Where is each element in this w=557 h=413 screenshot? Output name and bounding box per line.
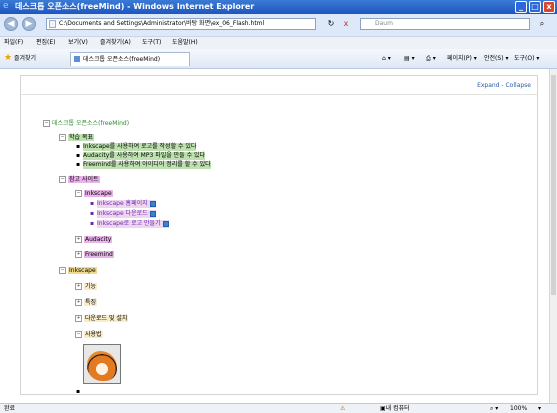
stop-button[interactable]: x <box>340 18 352 30</box>
node-usage[interactable]: − 사용법 <box>75 331 103 339</box>
section-reference-sites[interactable]: − 참고 사이트 <box>59 176 100 184</box>
section-inkscape[interactable]: − Inkscape <box>59 267 97 275</box>
page-content: Expand - Collapse − 데스크톱 오픈소스(freeMind) −… <box>0 69 549 403</box>
node-inkscape-sites[interactable]: − Inkscape <box>75 190 113 198</box>
section-label: 학습 목표 <box>68 134 94 141</box>
node-label: Inkscape <box>84 190 113 197</box>
list-item: Inkscape를 사용하여 로고를 작성할 수 있다 <box>76 143 197 151</box>
tab-title: 데스크톱 오픈소스(freeMind) <box>83 56 161 63</box>
expand-toggle-icon[interactable]: + <box>75 251 82 258</box>
zone-label: ▣ 내 컴퓨터 <box>380 405 410 412</box>
favorites-label[interactable]: 즐겨찾기 <box>14 49 36 68</box>
minimize-button[interactable]: _ <box>515 1 527 13</box>
window-title: 데스크톱 오픈소스(freeMind) - Windows Internet E… <box>15 2 255 11</box>
inkscape-homepage-link[interactable]: Inkscape 홈페이지 <box>90 200 156 208</box>
section-learning-goals[interactable]: − 학습 목표 <box>59 134 94 142</box>
scrollbar-thumb[interactable] <box>551 75 556 295</box>
node-characteristics[interactable]: + 특징 <box>75 299 98 307</box>
page-icon <box>49 20 56 28</box>
page-menu[interactable]: 페이지(P) ▾ <box>447 49 477 68</box>
search-input[interactable]: Daum <box>360 18 530 30</box>
collapse-toggle-icon[interactable]: − <box>75 331 82 338</box>
external-link-icon[interactable] <box>149 210 156 217</box>
collapse-toggle-icon[interactable]: − <box>75 190 82 197</box>
list-item: Freemind를 사용하여 아이디어 정리를 할 수 있다 <box>76 161 211 169</box>
zone-text: 내 컴퓨터 <box>385 405 410 412</box>
menu-bar: 파일(F) 편집(E) 보기(V) 즐겨찾기(A) 도구(T) 도움말(H) <box>0 37 557 49</box>
expand-collapse-link[interactable]: Expand - Collapse <box>477 82 531 89</box>
tiger-image-picture <box>87 351 117 381</box>
menu-edit[interactable]: 편집(E) <box>36 37 56 49</box>
expand-toggle-icon[interactable]: + <box>75 283 82 290</box>
list-item: Audacity를 사용하여 MP3 파일을 만들 수 있다 <box>76 152 206 160</box>
menu-favorites[interactable]: 즐겨찾기(A) <box>100 37 131 49</box>
link-label: Inkscape 홈페이지 <box>97 200 148 207</box>
security-icon: ⚠ <box>340 405 346 412</box>
feeds-icon[interactable]: ▤ ▾ <box>404 49 415 68</box>
expand-toggle-icon[interactable]: + <box>75 315 82 322</box>
menu-file[interactable]: 파일(F) <box>4 37 23 49</box>
collapse-toggle-icon[interactable]: − <box>59 176 66 183</box>
node-label: Audacity <box>84 236 113 243</box>
status-text: 완료 <box>4 405 16 412</box>
inkscape-download-link[interactable]: Inkscape 다운로드 <box>90 210 156 218</box>
node-freemind[interactable]: + Freemind <box>75 251 114 259</box>
external-link-icon[interactable] <box>149 200 156 207</box>
node-label: Freemind <box>84 251 114 258</box>
mindmap-frame: Expand - Collapse − 데스크톱 오픈소스(freeMind) −… <box>20 75 538 396</box>
menu-tools[interactable]: 도구(T) <box>142 37 161 49</box>
refresh-button[interactable]: ↻ <box>325 18 337 30</box>
root-label: 데스크톱 오픈소스(freeMind) <box>52 120 130 127</box>
safety-menu[interactable]: 안전(S) ▾ <box>484 49 508 68</box>
favorites-star-icon[interactable]: ★ <box>4 49 12 68</box>
inkscape-logo-link[interactable]: Inkscape로 로고 만들기 <box>90 220 169 228</box>
collapse-toggle-icon[interactable]: − <box>59 134 66 141</box>
forward-button[interactable]: ▶ <box>22 17 36 31</box>
browser-tab[interactable]: 데스크톱 오픈소스(freeMind) <box>70 52 190 66</box>
link-label: Inkscape 다운로드 <box>97 210 148 217</box>
section-label: Inkscape <box>68 267 97 274</box>
address-toolbar: ◀ ▶ C:\Documents and Settings\Administra… <box>0 14 557 37</box>
collapse-toggle-icon[interactable]: − <box>59 267 66 274</box>
node-label: 기능 <box>84 283 98 290</box>
zoom-icon[interactable]: ⌕ ▾ <box>490 404 498 413</box>
node-features[interactable]: + 기능 <box>75 283 98 291</box>
menu-view[interactable]: 보기(V) <box>68 37 88 49</box>
external-link-icon[interactable] <box>162 220 169 227</box>
close-button[interactable]: x <box>543 1 555 13</box>
title-bar: e 데스크톱 오픈소스(freeMind) - Windows Internet… <box>0 0 557 14</box>
header-divider <box>21 94 537 95</box>
back-button[interactable]: ◀ <box>4 17 18 31</box>
status-bar: 완료 ⚠ ▣ 내 컴퓨터 ⌕ ▾ 100% ▾ <box>0 403 557 413</box>
node-label: 특징 <box>84 299 98 306</box>
collapse-toggle-icon[interactable]: − <box>43 120 50 127</box>
tools-menu[interactable]: 도구(O) ▾ <box>514 49 539 68</box>
home-icon[interactable]: ⌂ ▾ <box>382 49 391 68</box>
tiger-image <box>83 344 121 384</box>
node-download-install[interactable]: + 다운로드 및 설치 <box>75 315 129 323</box>
zoom-dropdown-icon[interactable]: ▾ <box>538 404 541 413</box>
print-icon[interactable]: ⎙ ▾ <box>426 49 436 68</box>
link-label: Inkscape로 로고 만들기 <box>97 220 161 227</box>
section-label: 참고 사이트 <box>68 176 100 183</box>
menu-help[interactable]: 도움말(H) <box>172 37 198 49</box>
node-label: 사용법 <box>84 331 103 338</box>
favorites-bar: ★ 즐겨찾기 데스크톱 오픈소스(freeMind) ⌂ ▾ ▤ ▾ ⎙ ▾ 페… <box>0 49 557 69</box>
expand-toggle-icon[interactable]: + <box>75 299 82 306</box>
node-audacity[interactable]: + Audacity <box>75 236 113 244</box>
expand-toggle-icon[interactable]: + <box>75 236 82 243</box>
zoom-level[interactable]: 100% <box>510 404 527 413</box>
ie-logo-icon: e <box>3 1 9 11</box>
root-node[interactable]: − 데스크톱 오픈소스(freeMind) <box>43 120 129 128</box>
address-field[interactable]: C:\Documents and Settings\Administrator\… <box>46 18 316 30</box>
node-label: 다운로드 및 설치 <box>84 315 129 322</box>
tab-page-icon <box>74 56 80 62</box>
vertical-scrollbar[interactable] <box>549 69 557 403</box>
address-url: C:\Documents and Settings\Administrator\… <box>59 20 265 27</box>
search-icon[interactable]: ⌕ <box>536 18 548 30</box>
maximize-button[interactable]: □ <box>529 1 541 13</box>
